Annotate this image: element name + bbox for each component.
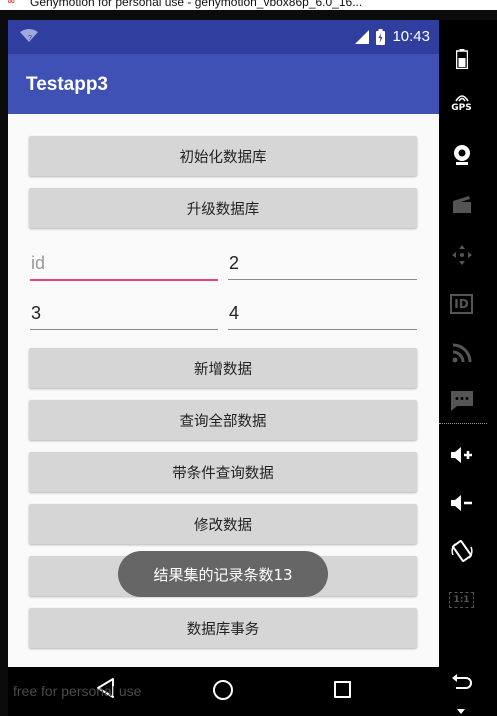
field-2[interactable]: 2	[228, 245, 417, 285]
field-3-underline	[30, 329, 218, 330]
window-title: Genymotion for personal use - genymotion…	[30, 0, 363, 9]
watermark: free for personal use	[13, 683, 142, 699]
back-icon[interactable]	[439, 665, 484, 699]
app-bar: Testapp3	[8, 54, 439, 114]
nav-home-icon[interactable]	[213, 680, 233, 700]
app-title: Testapp3	[26, 74, 109, 95]
init-db-button[interactable]: 初始化数据库	[29, 136, 417, 176]
id-field[interactable]: id	[30, 245, 218, 285]
add-data-button[interactable]: 新增数据	[29, 348, 417, 388]
battery-icon[interactable]	[439, 42, 484, 76]
android-screen: ? 10:43 Testapp3 初始化数据库 升级数据库 id 2 3 4 新…	[8, 20, 439, 716]
id-field-underline	[30, 279, 218, 281]
genymotion-logo-icon: ∞	[7, 0, 16, 7]
update-data-button[interactable]: 修改数据	[29, 504, 417, 544]
battery-charging-icon	[376, 28, 386, 45]
scale-label: 1:1	[449, 592, 474, 608]
dpad-icon[interactable]	[439, 238, 484, 272]
transaction-button[interactable]: 数据库事务	[29, 608, 417, 648]
toolbar-separator	[439, 423, 487, 424]
field-3[interactable]: 3	[30, 295, 218, 335]
cast-icon[interactable]	[439, 336, 484, 370]
device-id-icon[interactable]: ID	[439, 287, 484, 321]
field-2-underline	[228, 279, 417, 280]
query-condition-button[interactable]: 带条件查询数据	[29, 452, 417, 492]
id-field-value: id	[31, 253, 46, 273]
scale-icon[interactable]: 1:1	[439, 583, 484, 617]
nav-recents-icon[interactable]	[334, 681, 351, 698]
rotate-icon[interactable]	[439, 534, 484, 568]
upgrade-db-button[interactable]: 升级数据库	[29, 188, 417, 228]
field-3-value: 3	[31, 303, 42, 323]
clock: 10:43	[392, 28, 430, 45]
toolbar-more-icon[interactable]	[457, 709, 465, 714]
sms-icon[interactable]	[439, 384, 484, 418]
video-capture-icon[interactable]	[439, 188, 484, 222]
emulator-frame: ? 10:43 Testapp3 初始化数据库 升级数据库 id 2 3 4 新…	[0, 10, 497, 716]
toast: 结果集的记录条数13	[118, 551, 328, 597]
field-4[interactable]: 4	[228, 295, 417, 335]
field-4-underline	[228, 329, 417, 330]
wifi-icon: ?	[20, 29, 38, 42]
gps-label: GPS	[451, 102, 472, 113]
gps-icon[interactable]: GPS	[439, 85, 484, 119]
device-id-label: ID	[450, 294, 473, 314]
webcam-icon[interactable]	[439, 138, 484, 172]
query-all-button[interactable]: 查询全部数据	[29, 400, 417, 440]
cell-signal-icon	[355, 29, 370, 44]
wifi-badge: ?	[28, 35, 32, 42]
volume-down-icon[interactable]	[439, 486, 484, 520]
field-4-value: 4	[229, 303, 240, 323]
volume-up-icon[interactable]	[439, 438, 484, 472]
status-bar: ? 10:43	[8, 20, 439, 54]
field-2-value: 2	[229, 253, 240, 273]
genymotion-toolbar: GPS ID 1:1	[439, 20, 497, 716]
